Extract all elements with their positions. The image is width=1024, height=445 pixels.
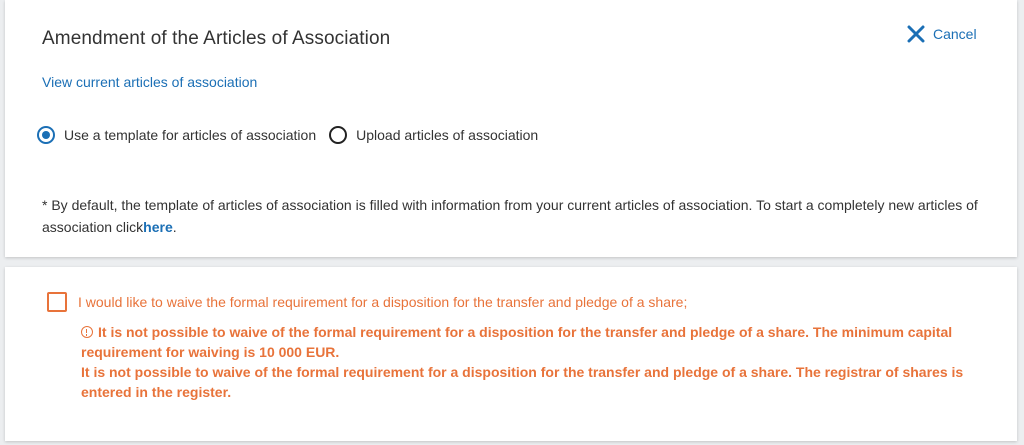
- articles-card: Amendment of the Articles of Association…: [5, 0, 1017, 257]
- note-suffix: .: [172, 219, 177, 235]
- waiver-checkbox[interactable]: [47, 292, 67, 312]
- here-link[interactable]: here: [143, 219, 173, 235]
- error-message: It is not possible to waive of the forma…: [81, 322, 981, 362]
- cancel-button[interactable]: Cancel: [907, 25, 977, 43]
- radio-label-upload: Upload articles of association: [356, 127, 539, 143]
- view-current-articles-link[interactable]: View current articles of association: [42, 74, 257, 90]
- cancel-label: Cancel: [933, 26, 977, 42]
- error-message: It is not possible to waive of the forma…: [81, 362, 981, 402]
- note-text: * By default, the template of articles o…: [42, 197, 978, 235]
- page-title: Amendment of the Articles of Association: [42, 28, 391, 49]
- radio-label-use-template: Use a template for articles of associati…: [64, 127, 317, 143]
- waiver-card: I would like to waive the formal require…: [5, 267, 1017, 441]
- radio-button-checked[interactable]: [37, 126, 55, 144]
- error-text-1: It is not possible to waive of the forma…: [81, 324, 953, 360]
- radio-button-unchecked[interactable]: [329, 126, 348, 144]
- error-circle-icon: [81, 326, 93, 338]
- waiver-checkbox-label[interactable]: I would like to waive the formal require…: [78, 292, 687, 312]
- error-text-2: It is not possible to waive of the forma…: [81, 364, 964, 400]
- radio-upload[interactable]: Upload articles of association: [329, 126, 538, 144]
- waiver-errors: It is not possible to waive of the forma…: [81, 322, 981, 402]
- radio-use-template[interactable]: Use a template for articles of associati…: [37, 126, 316, 144]
- template-note: * By default, the template of articles o…: [42, 194, 982, 238]
- articles-source-radio-group: Use a template for articles of associati…: [37, 126, 538, 144]
- waiver-checkbox-row[interactable]: I would like to waive the formal require…: [47, 292, 687, 312]
- close-icon: [907, 25, 925, 43]
